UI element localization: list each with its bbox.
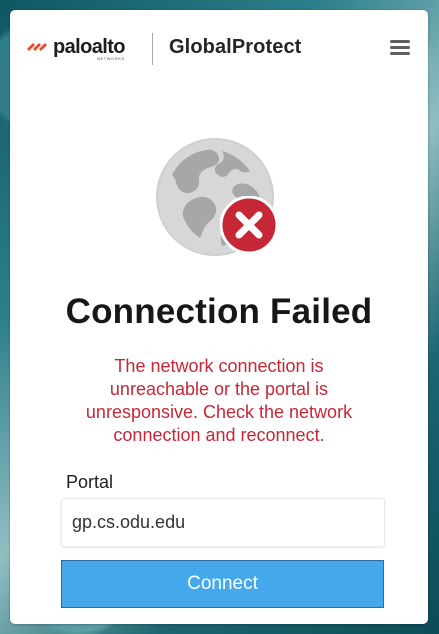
menu-line [390,46,410,49]
app-header: paloalto NETWORKS GlobalProtect [10,10,428,84]
status-title: Connection Failed [65,292,373,331]
connect-button[interactable]: Connect [61,560,384,608]
header-divider [152,33,153,65]
connection-status-graphic [152,134,278,260]
error-x-icon [220,196,278,254]
brand-subtitle: NETWORKS [97,56,125,61]
menu-line [390,40,410,43]
menu-icon[interactable] [390,39,410,57]
globalprotect-window: paloalto NETWORKS GlobalProtect Connecti… [10,10,428,624]
product-name: GlobalProtect [169,36,302,58]
portal-input[interactable] [62,499,384,546]
portal-label: Portal [66,472,114,492]
status-message: The network connection is unreachable or… [85,356,353,445]
menu-line [390,52,410,55]
paloalto-logo-icon [27,43,47,51]
